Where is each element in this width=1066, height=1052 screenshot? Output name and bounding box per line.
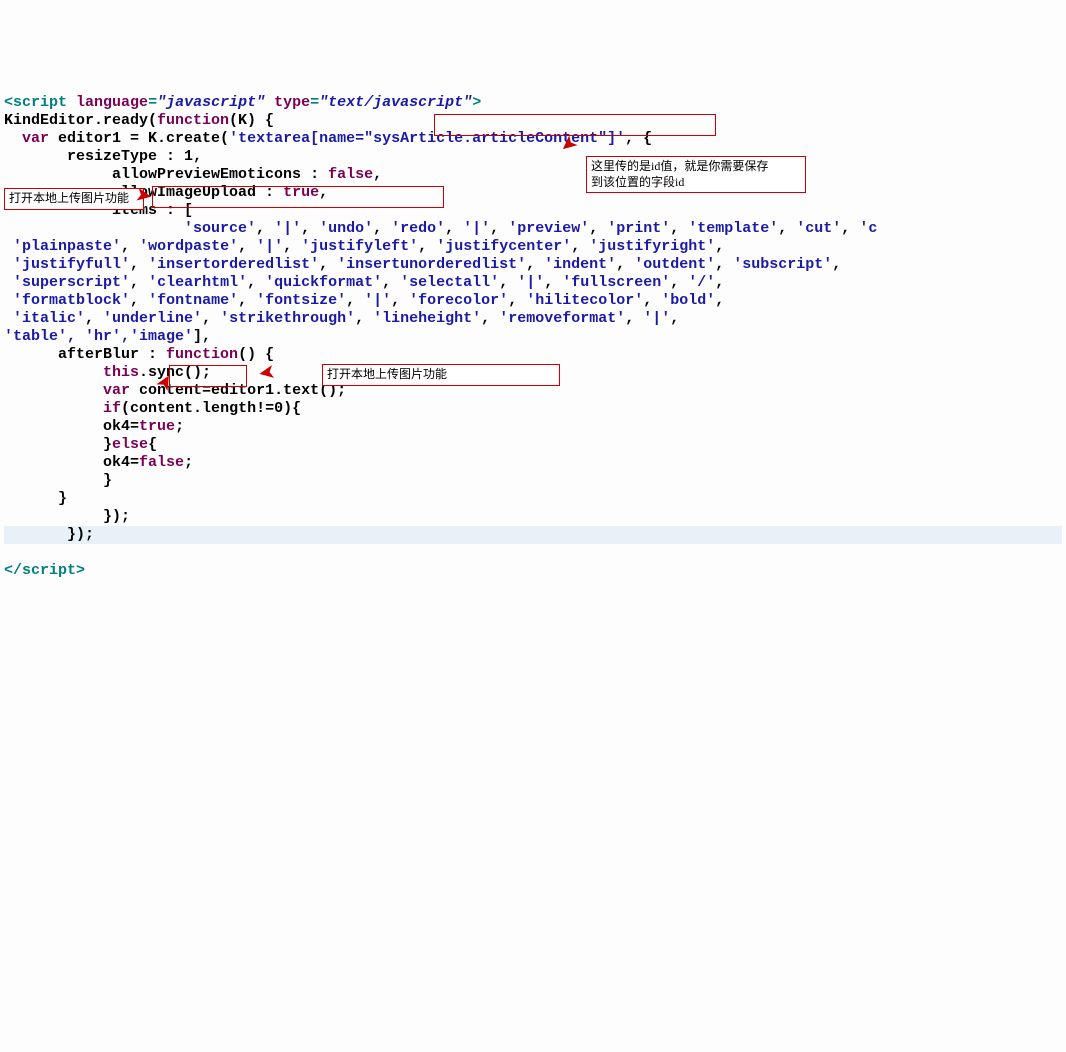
arrow-icon: ➤: [258, 361, 276, 381]
code-line: if(content.length!=0){: [4, 400, 301, 417]
code-line: ok4=false;: [4, 454, 193, 471]
code-line: var editor1 = K.create('textarea[name="s…: [4, 130, 652, 147]
code-line: 'source', '|', 'undo', 'redo', '|', 'pre…: [4, 220, 877, 237]
code-line: this.sync();: [4, 364, 211, 381]
code-line: }else{: [4, 436, 157, 453]
code-line: afterBlur : function() {: [4, 346, 274, 363]
code-line: allowPreviewEmoticons : false,: [4, 166, 382, 183]
code-line: ok4=true;: [4, 418, 184, 435]
code-line: 'justifyfull', 'insertorderedlist', 'ins…: [4, 256, 841, 273]
code-line: 'italic', 'underline', 'strikethrough', …: [4, 310, 679, 327]
annotation-bottom: 打开本地上传图片功能: [322, 364, 560, 386]
code-line: <script language="javascript" type="text…: [4, 94, 481, 111]
code-line: }: [4, 490, 67, 507]
code-line: 'superscript', 'clearhtml', 'quickformat…: [4, 274, 724, 291]
code-line: </script>: [4, 562, 85, 579]
code-line: });: [4, 508, 130, 525]
code-line: }: [4, 472, 112, 489]
code-line: 'formatblock', 'fontname', 'fontsize', '…: [4, 292, 724, 309]
code-line: });: [4, 526, 1062, 544]
code-line: 'plainpaste', 'wordpaste', '|', 'justify…: [4, 238, 724, 255]
code-line: KindEditor.ready(function(K) {: [4, 112, 274, 129]
code-line: var content=editor1.text();: [4, 382, 346, 399]
annotation-right: 这里传的是id值，就是你需要保存 到该位置的字段id: [586, 156, 806, 193]
code-line: resizeType : 1,: [4, 148, 202, 165]
code-line: 'table', 'hr','image'],: [4, 328, 211, 345]
code-block: <script language="javascript" type="text…: [4, 76, 1062, 958]
annotation-left: 打开本地上传图片功能: [4, 188, 144, 210]
